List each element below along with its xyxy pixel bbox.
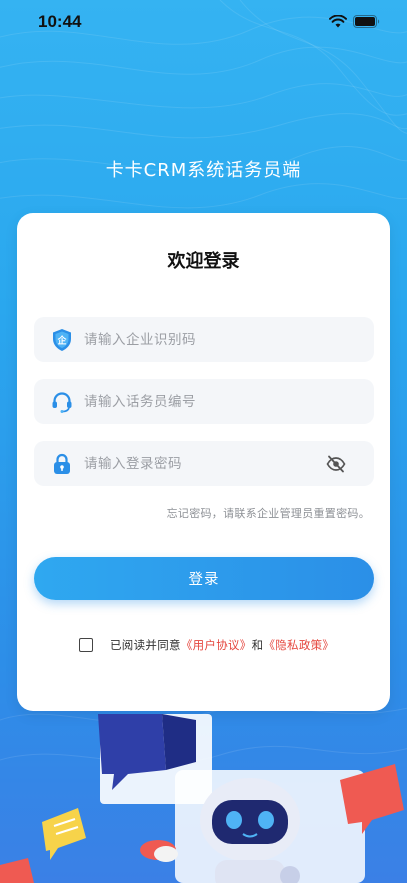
status-icons: [329, 15, 381, 28]
login-heading: 欢迎登录: [167, 251, 240, 272]
speech-bubble-red-icon: [0, 858, 34, 883]
agreement-checkbox[interactable]: [79, 638, 93, 652]
agreement-prefix: 已阅读并同意: [110, 638, 181, 652]
user-agreement-link[interactable]: 《用户协议》: [181, 637, 252, 653]
toggle-password-visibility-icon[interactable]: [326, 454, 346, 474]
speech-bubble-yellow-icon: [42, 808, 86, 860]
agreement-row: 已阅读并同意 《用户协议》 和 《隐私政策》: [79, 637, 334, 653]
forgot-password-hint: 忘记密码，请联系企业管理员重置密码。: [166, 507, 370, 520]
headset-icon: [50, 390, 74, 414]
capsule-icon: [140, 840, 178, 862]
battery-icon: [353, 15, 380, 28]
svg-text:企: 企: [56, 334, 67, 346]
password-input[interactable]: [84, 455, 304, 472]
password-field[interactable]: [34, 441, 374, 486]
privacy-policy-link[interactable]: 《隐私政策》: [263, 637, 334, 653]
lock-icon: [50, 452, 74, 476]
robot-illustration: [0, 714, 404, 883]
wifi-icon: [329, 15, 347, 28]
login-card: 欢迎登录 企 请输入企业识别码 请输入话务员编号 忘记密码，请联系企业管理员重置…: [17, 213, 390, 711]
company-shield-icon: 企: [50, 328, 74, 352]
login-button[interactable]: 登录: [34, 557, 374, 600]
company-code-input[interactable]: [84, 331, 304, 348]
agreement-and: 和: [251, 638, 264, 652]
company-code-field[interactable]: 企: [34, 317, 374, 362]
status-time: 10:44: [38, 12, 82, 31]
agent-id-field[interactable]: [34, 379, 374, 424]
app-title: 卡卡CRM系统话务员端: [105, 160, 302, 181]
status-bar: 10:44: [0, 0, 407, 46]
agent-id-input[interactable]: [84, 393, 304, 410]
